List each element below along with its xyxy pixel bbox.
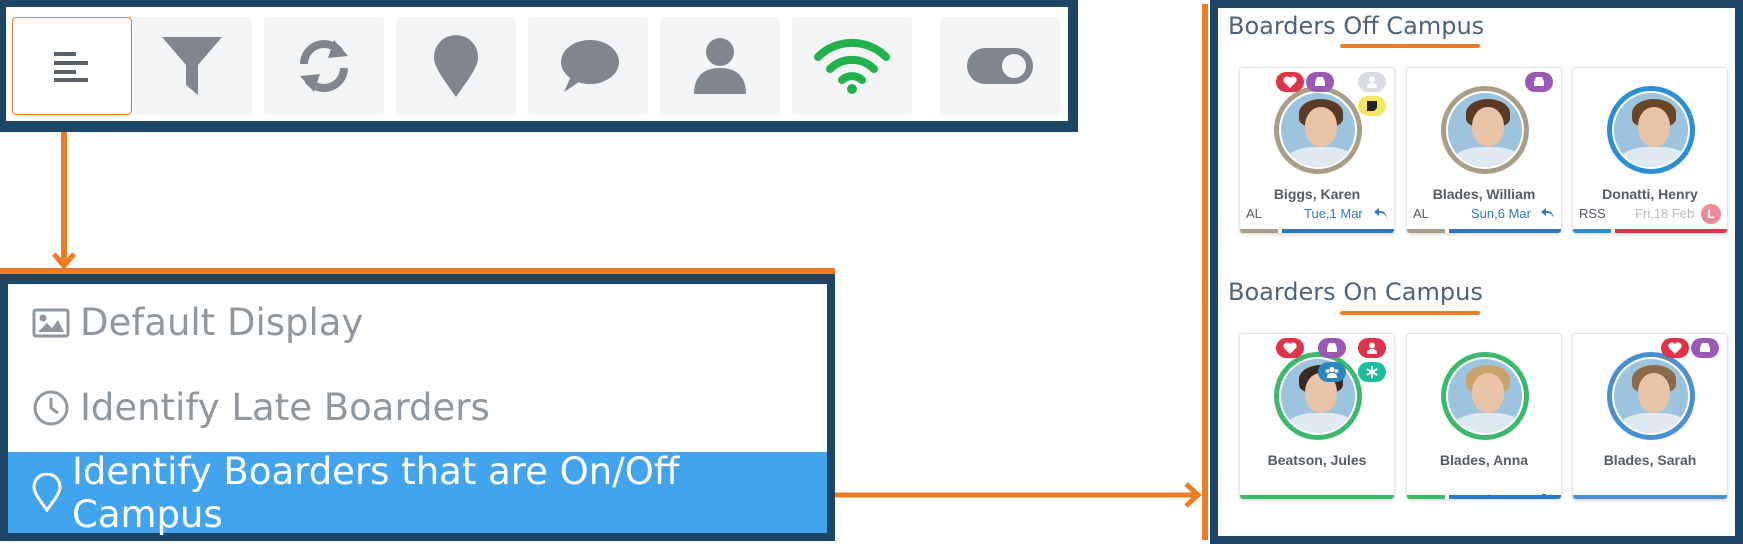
leave-date: Fri,18 Feb: [1635, 206, 1695, 221]
on-campus-heading: Boarders On Campus: [1228, 278, 1483, 306]
boarder-card-biggs-karen[interactable]: Biggs, Karen AL Tue,1 Mar: [1239, 67, 1395, 234]
user-icon: [1358, 338, 1386, 358]
user-icon: [694, 38, 746, 94]
group-icon: [1318, 362, 1346, 382]
avatar: [1441, 86, 1529, 174]
heart-icon: [1661, 338, 1689, 358]
note-icon: [1358, 96, 1386, 116]
user-icon: [1358, 72, 1386, 92]
leave-date: Sun,6 Mar: [1471, 206, 1531, 221]
boarder-card-blades-sarah[interactable]: Blades, Sarah EVAC: [1572, 333, 1728, 500]
on-campus-underline: [1340, 311, 1480, 315]
boarder-name: Beatson, Jules: [1267, 452, 1367, 468]
menu-item-label: Identify Late Boarders: [80, 386, 490, 429]
boarder-card-donatti-henry[interactable]: Donatti, Henry RSS Fri,18 Feb L: [1572, 67, 1728, 234]
boarder-name: Blades, Sarah: [1603, 452, 1697, 468]
heart-icon: [1276, 72, 1304, 92]
connection-button[interactable]: [792, 17, 912, 115]
boarder-card-beatson-jules[interactable]: Beatson, Jules HSE: [1239, 333, 1395, 500]
late-l-icon: L: [1701, 204, 1721, 224]
car-icon: [1691, 338, 1719, 358]
refresh-icon: [300, 40, 348, 92]
menu-item-label: Default Display: [80, 301, 364, 344]
car-icon: [1525, 72, 1553, 92]
boarder-name: Donatti, Henry: [1602, 186, 1698, 202]
boarder-name: Biggs, Karen: [1273, 186, 1361, 202]
car-icon: [1318, 338, 1346, 358]
off-campus-heading: Boarders Off Campus: [1228, 12, 1485, 40]
menu-item-default-display[interactable]: Default Display: [8, 280, 827, 365]
menu-item-identify-on-off-campus[interactable]: Identify Boarders that are On/Off Campus: [8, 449, 827, 536]
avatar: [1274, 86, 1362, 174]
wifi-icon: [814, 38, 890, 94]
avatar: [1441, 352, 1529, 440]
toolbar: [6, 7, 1068, 121]
boarder-name: Blades, Anna: [1439, 452, 1529, 468]
filter-icon: [162, 37, 222, 95]
boarder-card-blades-william[interactable]: Blades, William AL Sun,6 Mar: [1406, 67, 1562, 234]
image-icon: [32, 308, 70, 337]
filter-button[interactable]: [132, 17, 252, 115]
display-menu-button[interactable]: [12, 17, 132, 115]
heart-icon: [1276, 338, 1304, 358]
user-button[interactable]: [660, 17, 780, 115]
chat-bubble-icon: [561, 40, 619, 92]
map-pin-icon: [434, 35, 478, 97]
avatar: [1607, 86, 1695, 174]
boarder-house: RSS: [1579, 206, 1606, 221]
messages-button[interactable]: [528, 17, 648, 115]
return-arrow-icon: [1374, 208, 1387, 218]
avatar: [1607, 352, 1695, 440]
leave-date: Tue,1 Mar: [1304, 206, 1363, 221]
boarder-card-blades-anna[interactable]: Blades, Anna HSE Fri,4 Mar: [1406, 333, 1562, 500]
boarder-house: AL: [1246, 206, 1262, 221]
boarder-house: AL: [1413, 206, 1429, 221]
boarder-name: Blades, William: [1432, 186, 1536, 202]
toggle-icon: [967, 48, 1033, 84]
menu-item-identify-late-boarders[interactable]: Identify Late Boarders: [8, 365, 827, 450]
clock-icon: [33, 390, 69, 425]
asterisk-icon: [1358, 362, 1386, 382]
car-icon: [1306, 72, 1334, 92]
off-campus-underline: [1340, 44, 1480, 48]
menu-item-label: Identify Boarders that are On/Off Campus: [72, 449, 680, 536]
map-pin-outline-icon: [32, 472, 62, 513]
location-button[interactable]: [396, 17, 516, 115]
return-arrow-icon: [1541, 208, 1554, 218]
menu-lines-icon: [54, 52, 88, 82]
avatar: [1274, 352, 1362, 440]
toggle-button[interactable]: [940, 17, 1060, 115]
refresh-button[interactable]: [264, 17, 384, 115]
